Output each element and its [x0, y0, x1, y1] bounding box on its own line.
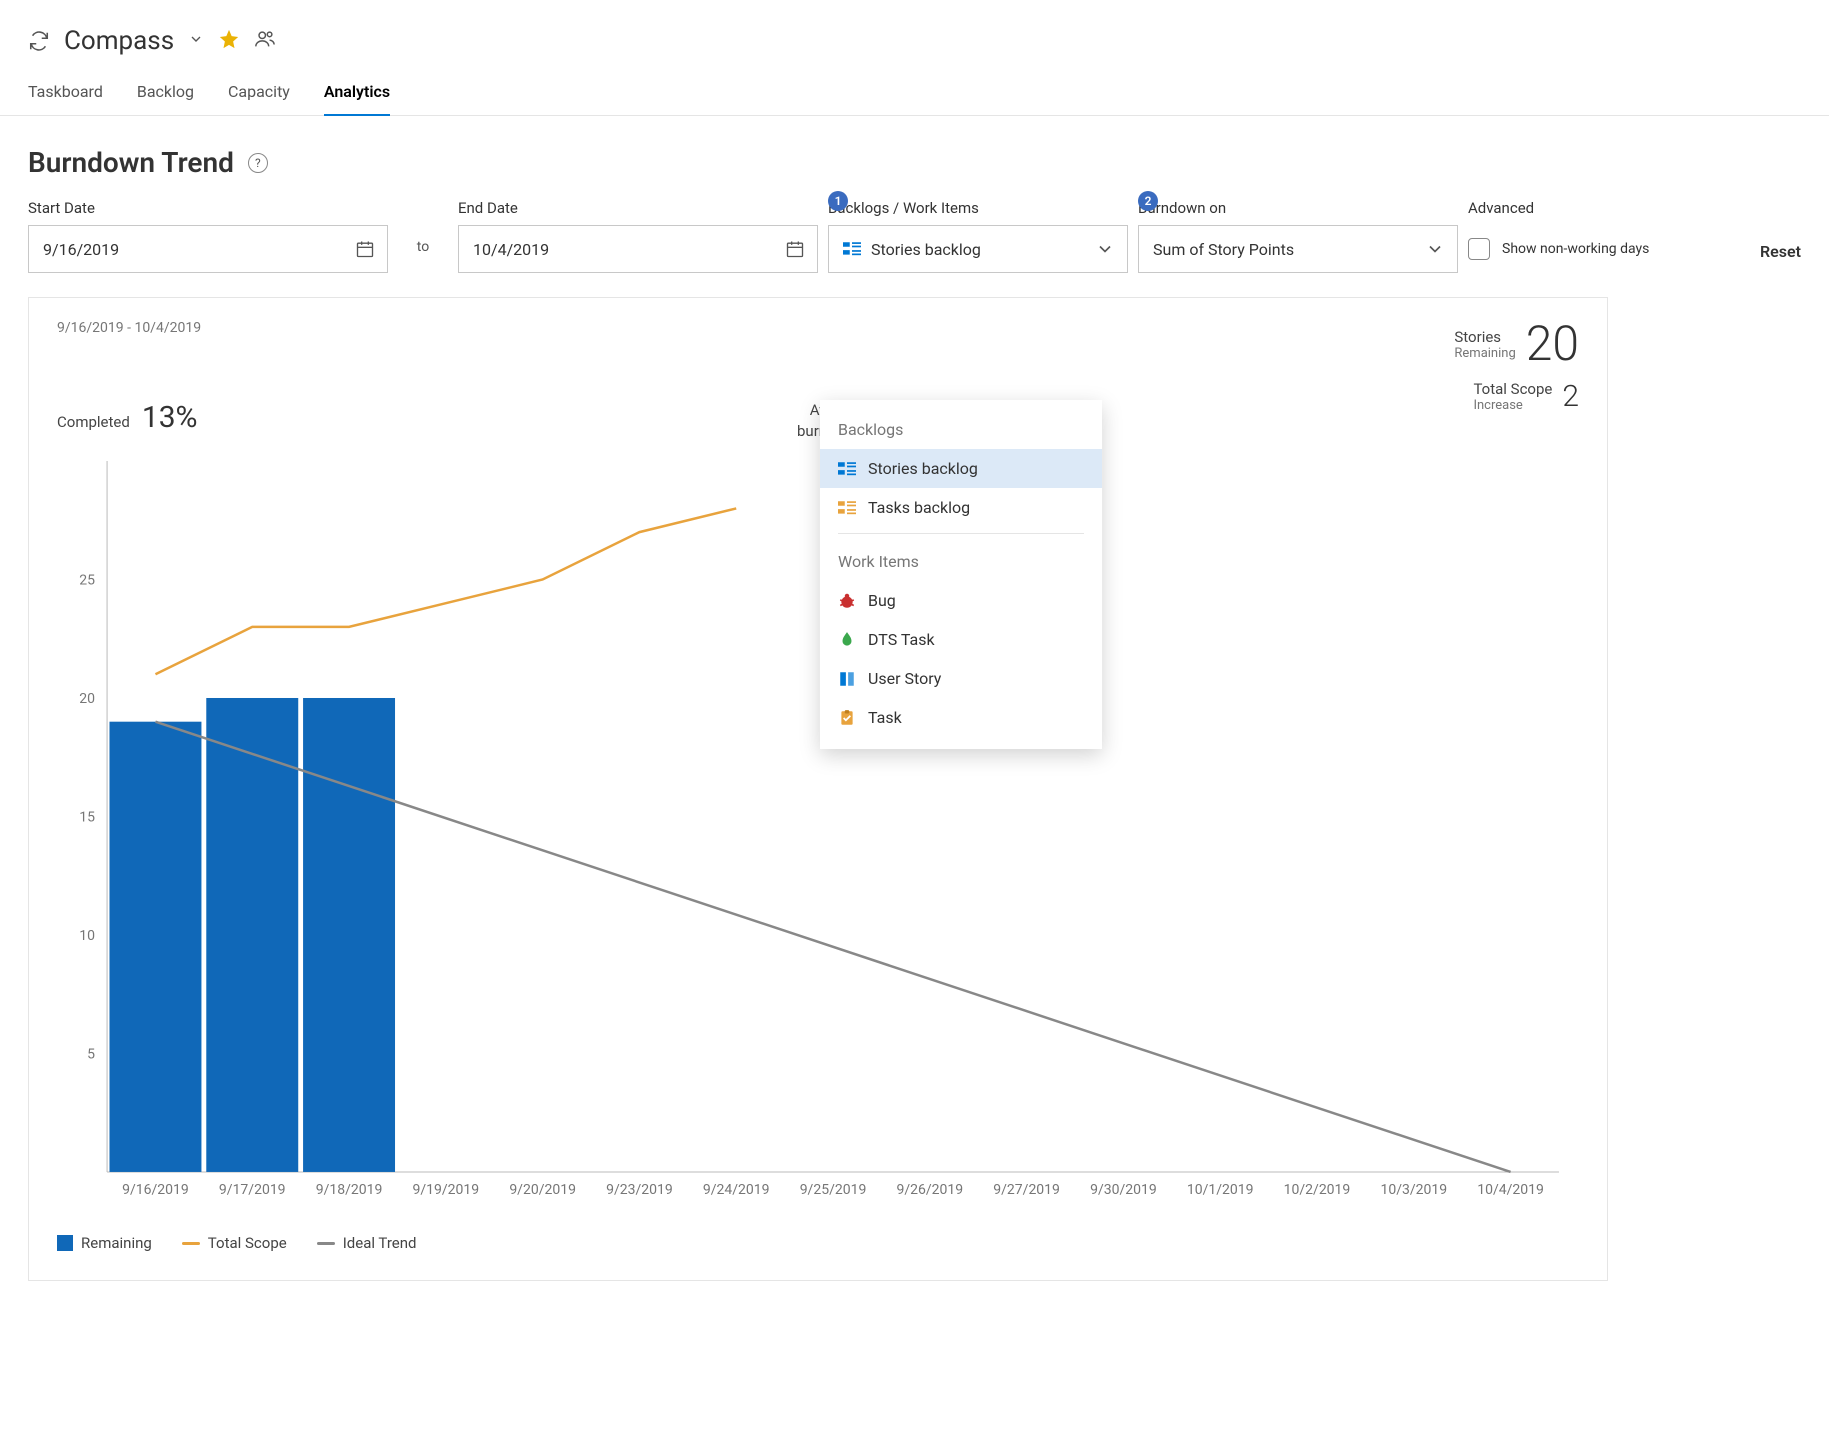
tab-backlog[interactable]: Backlog [137, 74, 194, 115]
backlog-icon [843, 240, 861, 258]
end-date-field: End Date 10/4/2019 [458, 199, 818, 273]
chart-date-range: 9/16/2019 - 10/4/2019 [57, 320, 201, 336]
reset-button[interactable]: Reset [1760, 242, 1801, 273]
burndown-card: 9/16/2019 - 10/4/2019 Completed 13% Aver… [28, 297, 1608, 1281]
legend-remaining: Remaining [57, 1234, 152, 1252]
svg-text:10/3/2019: 10/3/2019 [1380, 1182, 1447, 1198]
burndown-field: 2 Burndown on Sum of Story Points [1138, 199, 1458, 273]
svg-text:15: 15 [79, 809, 95, 825]
dropdown-item-tasks-backlog[interactable]: Tasks backlog [820, 488, 1102, 527]
step-badge-1: 1 [828, 191, 848, 211]
backlogs-dropdown-popup: BacklogsStories backlogTasks backlog Work… [820, 400, 1102, 749]
chart-stats: StoriesRemaining20 Total ScopeIncrease2 [1454, 320, 1579, 425]
show-non-working-label: Show non-working days [1502, 241, 1649, 257]
burndown-value: Sum of Story Points [1153, 240, 1294, 259]
svg-text:9/17/2019: 9/17/2019 [219, 1182, 286, 1198]
people-icon[interactable] [254, 28, 276, 54]
advanced-label: Advanced [1468, 199, 1720, 217]
start-date-field: Start Date 9/16/2019 [28, 199, 388, 273]
svg-text:10/2/2019: 10/2/2019 [1284, 1182, 1351, 1198]
legend-ideal-trend: Ideal Trend [317, 1234, 417, 1252]
stat-total-scope: Total ScopeIncrease2 [1454, 380, 1579, 413]
backlogs-value: Stories backlog [871, 240, 981, 259]
step-badge-2: 2 [1138, 191, 1158, 211]
dropdown-group-backlogs: Backlogs [820, 408, 1102, 449]
bug-icon [838, 592, 856, 610]
burndown-label: Burndown on [1138, 199, 1458, 217]
completed-stat: Completed 13% [57, 400, 198, 435]
svg-text:5: 5 [87, 1046, 95, 1062]
advanced-field: Advanced Show non-working days [1468, 199, 1720, 273]
start-date-label: Start Date [28, 199, 388, 217]
svg-text:9/30/2019: 9/30/2019 [1090, 1182, 1157, 1198]
svg-text:10/1/2019: 10/1/2019 [1187, 1182, 1254, 1198]
page-title-row: Burndown Trend ? [0, 116, 1829, 199]
backlogs-label: Backlogs / Work Items [828, 199, 1128, 217]
filter-bar: Start Date 9/16/2019 to End Date 10/4/20… [0, 199, 1829, 297]
svg-text:10/4/2019: 10/4/2019 [1477, 1182, 1544, 1198]
project-name[interactable]: Compass [64, 26, 174, 56]
userstory-icon [838, 670, 856, 688]
backlog-yellow-icon [838, 499, 856, 517]
burndown-chart: 5 10 15 20 25 9/16/2019 9/17/2019 9/18/2019 9/19… [57, 451, 1579, 1212]
svg-text:20: 20 [79, 691, 95, 707]
task-icon [838, 709, 856, 727]
refresh-icon[interactable] [28, 30, 50, 52]
svg-text:9/23/2019: 9/23/2019 [606, 1182, 673, 1198]
burndown-select[interactable]: Sum of Story Points [1138, 225, 1458, 273]
start-date-value: 9/16/2019 [43, 240, 119, 259]
dropdown-item-stories-backlog[interactable]: Stories backlog [820, 449, 1102, 488]
dropdown-item-user-story[interactable]: User Story [820, 659, 1102, 698]
stat-stories: StoriesRemaining20 [1454, 320, 1579, 368]
end-date-value: 10/4/2019 [473, 240, 549, 259]
svg-text:9/16/2019: 9/16/2019 [122, 1182, 189, 1198]
legend-total-scope: Total Scope [182, 1234, 287, 1252]
backlogs-select[interactable]: Stories backlog [828, 225, 1128, 273]
calendar-icon [785, 226, 805, 272]
dts-icon [838, 631, 856, 649]
svg-text:9/24/2019: 9/24/2019 [703, 1182, 770, 1198]
backlogs-field: 1 Backlogs / Work Items Stories backlog [828, 199, 1128, 273]
chevron-down-icon [1095, 226, 1115, 272]
end-date-input[interactable]: 10/4/2019 [458, 225, 818, 273]
tab-capacity[interactable]: Capacity [228, 74, 290, 115]
svg-text:10: 10 [79, 928, 95, 944]
dropdown-item-dts-task[interactable]: DTS Task [820, 620, 1102, 659]
svg-text:9/27/2019: 9/27/2019 [993, 1182, 1060, 1198]
dropdown-item-task[interactable]: Task [820, 698, 1102, 737]
calendar-icon [355, 226, 375, 272]
star-icon[interactable] [218, 28, 240, 54]
to-label: to [398, 239, 448, 273]
tabs: Taskboard Backlog Capacity Analytics [0, 74, 1829, 116]
help-icon[interactable]: ? [248, 153, 268, 173]
chevron-down-icon [1425, 226, 1445, 272]
start-date-input[interactable]: 9/16/2019 [28, 225, 388, 273]
page-title: Burndown Trend [28, 146, 234, 179]
tab-taskboard[interactable]: Taskboard [28, 74, 103, 115]
dropdown-group-work-items: Work Items [820, 540, 1102, 581]
end-date-label: End Date [458, 199, 818, 217]
svg-text:9/18/2019: 9/18/2019 [316, 1182, 383, 1198]
backlog-blue-icon [838, 460, 856, 478]
chart-legend: Remaining Total Scope Ideal Trend [57, 1234, 1579, 1252]
completed-label: Completed [57, 413, 130, 431]
dropdown-item-bug[interactable]: Bug [820, 581, 1102, 620]
svg-text:9/26/2019: 9/26/2019 [896, 1182, 963, 1198]
chevron-down-icon[interactable] [188, 31, 204, 51]
svg-text:25: 25 [79, 573, 95, 589]
svg-text:9/25/2019: 9/25/2019 [800, 1182, 867, 1198]
completed-value: 13% [142, 400, 198, 435]
svg-text:9/20/2019: 9/20/2019 [509, 1182, 576, 1198]
svg-text:9/19/2019: 9/19/2019 [413, 1182, 480, 1198]
show-non-working-checkbox[interactable] [1468, 238, 1490, 260]
tab-analytics[interactable]: Analytics [324, 74, 390, 115]
project-header: Compass [0, 20, 1829, 74]
